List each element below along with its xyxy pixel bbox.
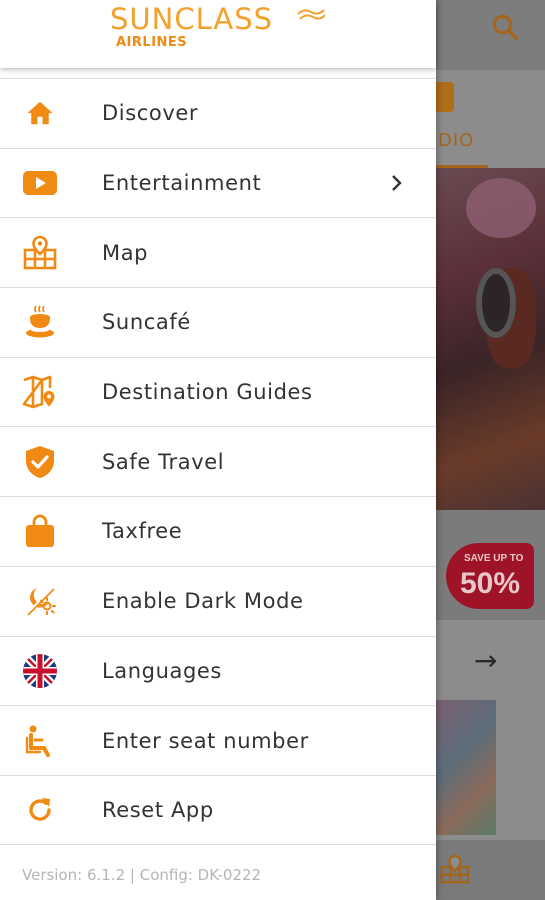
menu-label-enter-seat-number: Enter seat number [102, 728, 309, 753]
menu-label-languages: Languages [102, 658, 222, 683]
menu-item-languages[interactable]: Languages [0, 635, 436, 706]
search-icon[interactable] [490, 12, 520, 42]
sun-moon-icon [22, 583, 58, 619]
menu-label-discover: Discover [102, 101, 199, 126]
menu-item-map[interactable]: Map [0, 217, 436, 287]
menu-item-safe-travel[interactable]: Safe Travel [0, 426, 436, 496]
home-icon [22, 95, 58, 131]
menu-label-entertainment: Entertainment [102, 171, 262, 196]
promo-badge[interactable]: SAVE UP TO 50% [446, 543, 534, 609]
menu-label-suncafe: Suncafé [102, 310, 191, 335]
logo-swoosh-icon [297, 9, 326, 20]
coffee-cup-icon [22, 304, 58, 340]
arrow-right-icon[interactable]: → [474, 644, 497, 677]
menu-label-map: Map [102, 240, 149, 265]
navigation-drawer: SUNCLASS AIRLINES Discover Entertainment [0, 0, 436, 900]
menu-item-enter-seat-number[interactable]: Enter seat number [0, 705, 436, 775]
chevron-right-icon [392, 175, 402, 191]
refresh-icon [22, 792, 58, 828]
menu-item-taxfree[interactable]: Taxfree [0, 496, 436, 566]
logo-airlines: AIRLINES [116, 35, 188, 50]
menu-item-discover[interactable]: Discover [0, 78, 436, 148]
tab-radio-label[interactable]: DIO [438, 130, 474, 151]
menu-label-enable-dark-mode: Enable Dark Mode [102, 589, 304, 614]
menu-label-safe-travel: Safe Travel [102, 449, 225, 474]
sunclass-logo: SUNCLASS AIRLINES [110, 2, 330, 58]
bottom-nav-map-icon[interactable] [438, 852, 472, 886]
menu-item-destination-guides[interactable]: Destination Guides [0, 356, 436, 427]
menu-item-enable-dark-mode[interactable]: Enable Dark Mode [0, 565, 436, 636]
menu-label-taxfree: Taxfree [102, 519, 183, 544]
shield-check-icon [22, 444, 58, 480]
art-thumbnail[interactable] [436, 700, 496, 835]
guide-map-icon [22, 374, 58, 410]
map-pin-icon [22, 235, 58, 271]
seat-icon [22, 723, 58, 759]
menu-item-suncafe[interactable]: Suncafé [0, 287, 436, 357]
play-icon [22, 165, 58, 201]
shopping-bag-icon [22, 513, 58, 549]
version-text: Version: 6.1.2 | Config: DK-0222 [22, 866, 262, 884]
hero-image [436, 168, 545, 510]
menu-item-entertainment[interactable]: Entertainment [0, 147, 436, 218]
uk-flag-icon [22, 653, 58, 689]
menu-item-reset-app[interactable]: Reset App [0, 774, 436, 845]
drawer-menu: Discover Entertainment Map Suncafé Desti… [0, 78, 436, 845]
drawer-header: SUNCLASS AIRLINES [0, 0, 436, 68]
promo-big-text: 50% [460, 567, 521, 600]
menu-label-destination-guides: Destination Guides [102, 380, 313, 405]
menu-label-reset-app: Reset App [102, 797, 214, 822]
logo-brand-name: SUNCLASS [110, 2, 274, 36]
promo-small-text: SAVE UP TO [464, 553, 524, 564]
